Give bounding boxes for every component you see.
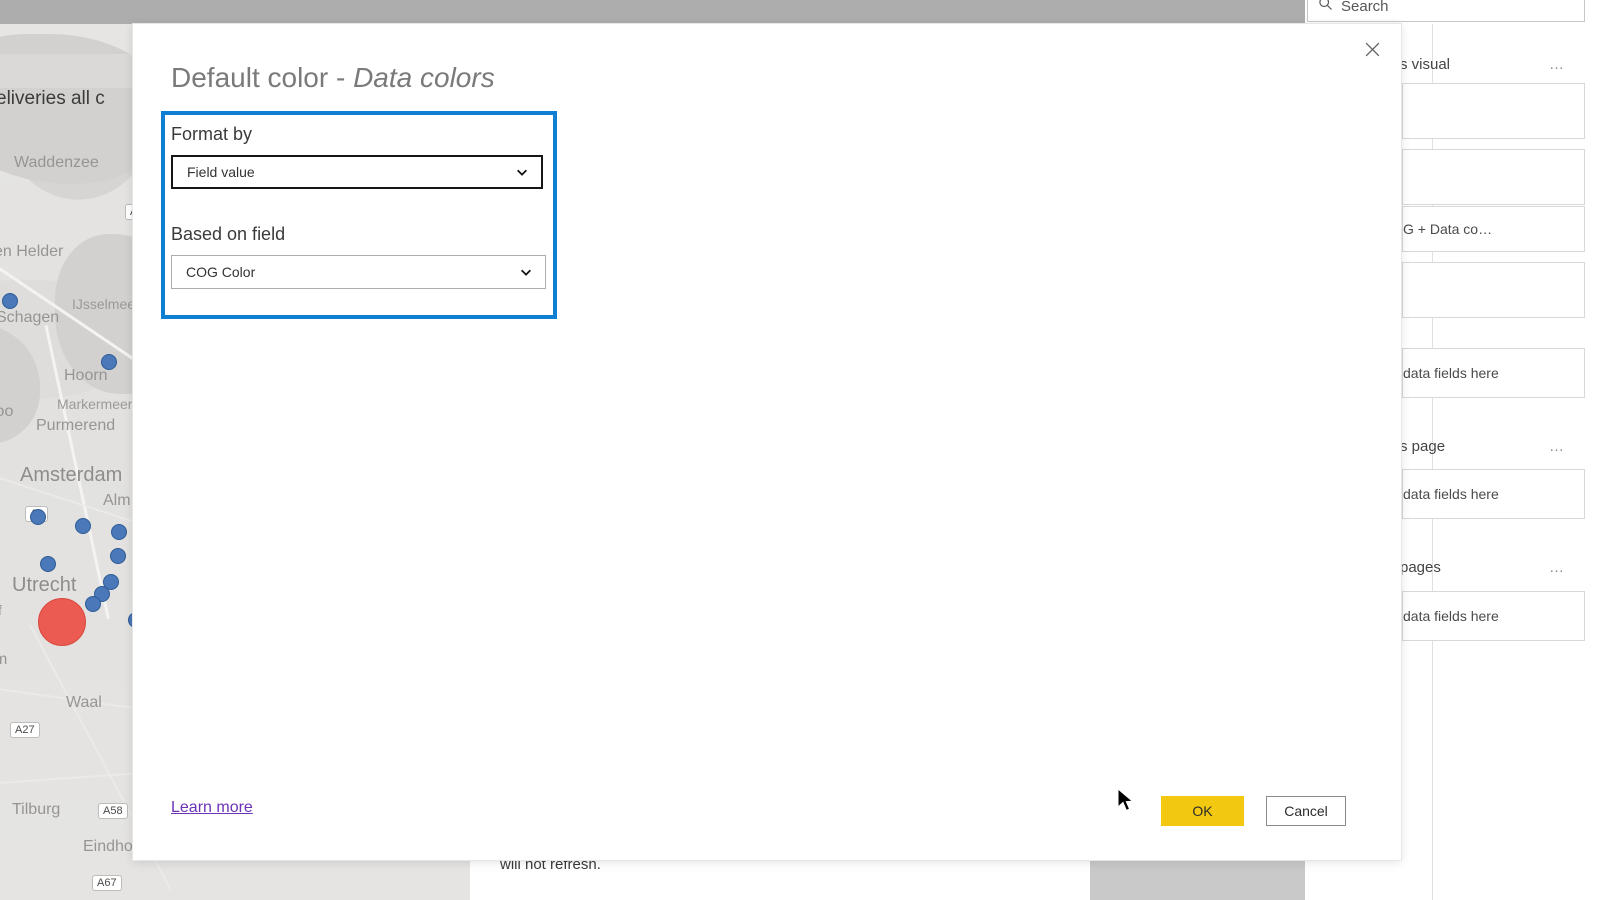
mouse-cursor <box>1117 787 1135 819</box>
based-on-field-dropdown[interactable]: COG Color <box>171 255 546 289</box>
based-on-field-value: COG Color <box>186 264 256 280</box>
cancel-button[interactable]: Cancel <box>1266 796 1346 826</box>
based-on-field-label: Based on field <box>171 224 286 244</box>
screen: eliveries all c Waddenzee en Helder Schage… <box>0 0 1600 900</box>
format-by-dropdown[interactable]: Field value <box>171 155 543 189</box>
dialog-title: Default color - Data colors <box>171 62 495 94</box>
format-by-value: Field value <box>187 164 255 180</box>
format-by-label: Format by <box>171 124 253 144</box>
dialog-title-main: Default color - <box>171 62 354 93</box>
ok-button[interactable]: OK <box>1161 796 1244 826</box>
close-icon[interactable] <box>1355 32 1389 66</box>
data-colors-dialog: Default color - Data colors Format by Fi… <box>133 24 1401 860</box>
chevron-down-icon <box>519 265 533 279</box>
dialog-title-italic: Data colors <box>353 62 495 93</box>
chevron-down-icon <box>515 165 529 179</box>
learn-more-link[interactable]: Learn more <box>171 799 253 817</box>
